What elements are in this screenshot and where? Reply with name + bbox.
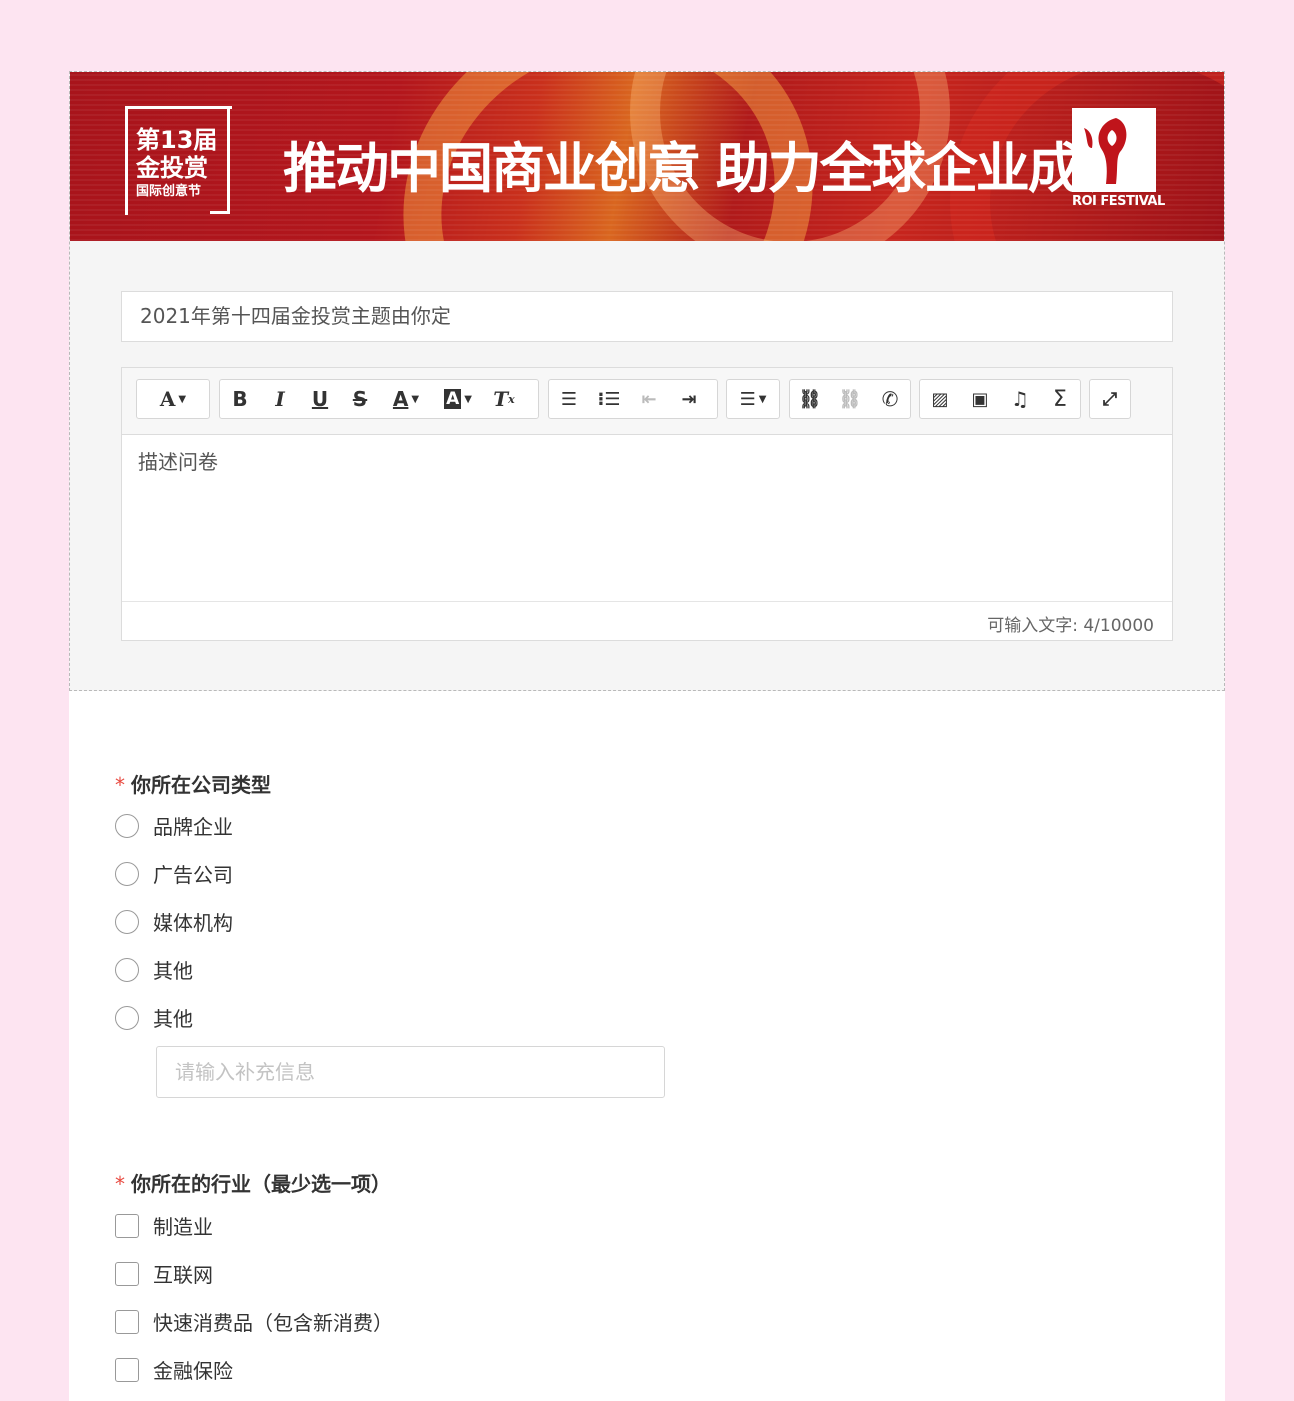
image-icon[interactable]: ▨	[920, 380, 960, 418]
toolbar-group-font: A ▼	[136, 379, 210, 419]
radio-button[interactable]	[115, 1005, 139, 1030]
font-icon[interactable]: A ▼	[137, 380, 209, 418]
radio-button[interactable]	[115, 813, 139, 838]
toolbar-group-media: ▨ ▣ ♫ Σ	[919, 379, 1081, 419]
roi-logo-icon	[1072, 108, 1156, 192]
unordered-list-icon[interactable]: ⁝☰	[589, 380, 629, 418]
radio-option[interactable]: 广告公司	[115, 859, 233, 888]
font-color-icon[interactable]: A ▼	[380, 380, 432, 418]
clear-format-icon[interactable]: Tx	[484, 380, 524, 418]
description-text[interactable]: 描述问卷	[138, 446, 218, 475]
fullscreen-icon[interactable]: ⤢	[1090, 380, 1130, 418]
radio-option-other[interactable]: 其他	[115, 1003, 193, 1032]
logo-text: ROI FESTIVAL	[1072, 194, 1165, 209]
checkbox[interactable]	[115, 1261, 139, 1286]
required-mark: *	[115, 773, 125, 797]
option-label: 制造业	[153, 1215, 213, 1239]
question-title: * 你所在的行业（最少选一项）	[115, 1168, 391, 1197]
question-company-type: * 你所在公司类型	[115, 769, 271, 798]
radio-option[interactable]: 其他	[115, 955, 193, 984]
ordered-list-icon[interactable]: ☰	[549, 380, 589, 418]
outdent-icon[interactable]: ⇤	[629, 380, 669, 418]
link-icon[interactable]: ⛓	[790, 380, 830, 418]
toolbar-group-align: ☰ ▼	[726, 379, 780, 419]
option-label: 互联网	[153, 1263, 213, 1287]
checkbox-option[interactable]: 快速消费品（包含新消费）	[115, 1307, 393, 1336]
option-label: 快速消费品（包含新消费）	[153, 1311, 393, 1335]
checkbox-option[interactable]: 制造业	[115, 1211, 213, 1240]
option-label: 金融保险	[153, 1359, 233, 1383]
banner-slogan: 推动中国商业创意 助力全球企业成长	[283, 137, 1134, 200]
editor-footer: 可输入文字: 4/10000	[122, 601, 1172, 640]
checkbox[interactable]	[115, 1357, 139, 1382]
other-info-input[interactable]: 请输入补充信息	[156, 1046, 665, 1098]
badge-frame	[227, 106, 230, 214]
question-title: * 你所在公司类型	[115, 769, 271, 798]
survey-card: 第13届 金投赏 国际创意节 推动中国商业创意 助力全球企业成长 ROI FES…	[69, 71, 1225, 1401]
unlink-icon[interactable]: ⛓	[830, 380, 870, 418]
music-icon[interactable]: ♫	[1000, 380, 1040, 418]
radio-button[interactable]	[115, 861, 139, 886]
video-icon[interactable]: ▣	[960, 380, 1000, 418]
highlight-icon[interactable]: A ▼	[432, 380, 484, 418]
question-title-text: 你所在的行业（最少选一项）	[131, 1172, 391, 1196]
description-editor[interactable]: A ▼ B I U S A ▼ A ▼ Tx ☰ ⁝☰ ⇤ ⇥ ☰ ▼ ⛓ ⛓ …	[121, 367, 1173, 641]
toolbar-group-format: B I U S A ▼ A ▼ Tx	[219, 379, 539, 419]
italic-icon[interactable]: I	[260, 380, 300, 418]
question-title-text: 你所在公司类型	[131, 773, 271, 797]
toolbar-group-link: ⛓ ⛓ ✆	[789, 379, 911, 419]
radio-button[interactable]	[115, 957, 139, 982]
checkbox-option[interactable]: 金融保险	[115, 1355, 233, 1384]
checkbox[interactable]	[115, 1213, 139, 1238]
checkbox-option[interactable]: 互联网	[115, 1259, 213, 1288]
banner: 第13届 金投赏 国际创意节 推动中国商业创意 助力全球企业成长 ROI FES…	[70, 72, 1224, 241]
option-label: 其他	[153, 959, 193, 983]
radio-option[interactable]: 品牌企业	[115, 811, 233, 840]
editor-toolbar: A ▼ B I U S A ▼ A ▼ Tx ☰ ⁝☰ ⇤ ⇥ ☰ ▼ ⛓ ⛓ …	[122, 368, 1172, 435]
toolbar-group-fullscreen: ⤢	[1089, 379, 1131, 419]
radio-button[interactable]	[115, 909, 139, 934]
badge-frame	[210, 211, 230, 214]
strikethrough-icon[interactable]: S	[340, 380, 380, 418]
question-industry: * 你所在的行业（最少选一项）	[115, 1168, 391, 1197]
option-label: 其他	[153, 1007, 193, 1031]
align-icon[interactable]: ☰ ▼	[727, 380, 779, 418]
survey-header-area[interactable]: 第13届 金投赏 国际创意节 推动中国商业创意 助力全球企业成长 ROI FES…	[69, 71, 1225, 691]
option-label: 品牌企业	[153, 815, 233, 839]
option-label: 媒体机构	[153, 911, 233, 935]
required-mark: *	[115, 1172, 125, 1196]
formula-icon[interactable]: Σ	[1040, 380, 1080, 418]
option-label: 广告公司	[153, 863, 233, 887]
badge-line3: 国际创意节	[136, 184, 202, 199]
bold-icon[interactable]: B	[220, 380, 260, 418]
survey-title-field[interactable]: 2021年第十四届金投赏主题由你定	[121, 291, 1173, 342]
phone-icon[interactable]: ✆	[870, 380, 910, 418]
badge-line2: 金投赏	[136, 154, 208, 182]
checkbox[interactable]	[115, 1309, 139, 1334]
toolbar-group-list: ☰ ⁝☰ ⇤ ⇥	[548, 379, 718, 419]
underline-icon[interactable]: U	[300, 380, 340, 418]
char-counter: 可输入文字: 4/10000	[987, 616, 1154, 636]
indent-icon[interactable]: ⇥	[669, 380, 709, 418]
radio-option[interactable]: 媒体机构	[115, 907, 233, 936]
